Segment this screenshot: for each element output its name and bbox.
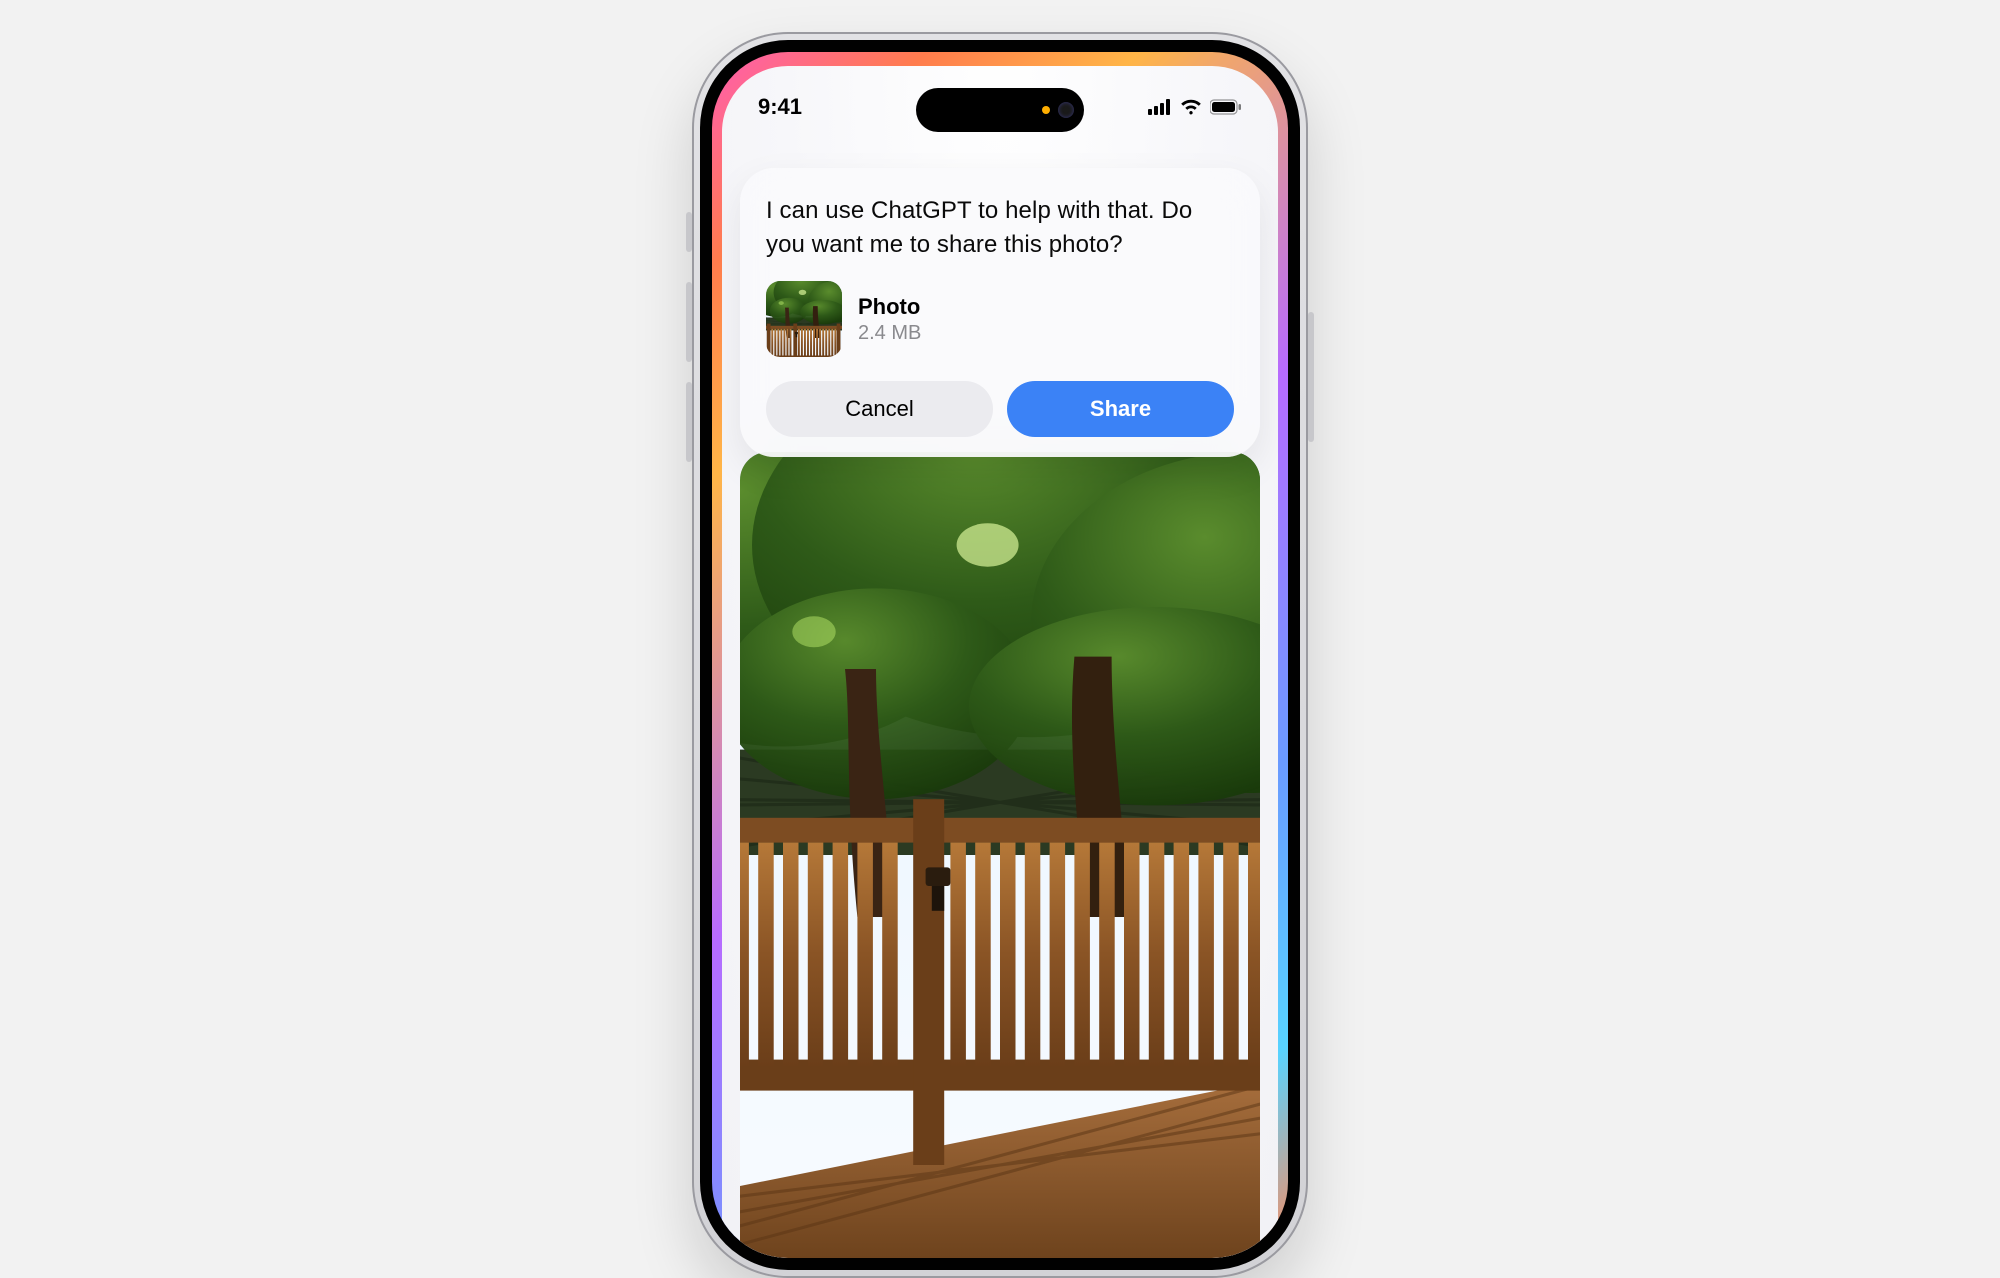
front-camera-icon <box>1058 102 1074 118</box>
mute-switch[interactable] <box>686 212 692 252</box>
status-time: 9:41 <box>758 94 802 120</box>
attachment-thumbnail <box>766 281 842 357</box>
attachment-name: Photo <box>858 294 921 320</box>
power-button[interactable] <box>1308 312 1314 442</box>
screen: 9:41 <box>722 66 1278 1258</box>
attachment-size: 2.4 MB <box>858 322 921 345</box>
share-button[interactable]: Share <box>1007 381 1234 437</box>
background-photo[interactable] <box>740 452 1260 1258</box>
cellular-icon <box>1148 99 1172 115</box>
phone-frame: 9:41 <box>692 32 1308 1278</box>
phone-bezel: 9:41 <box>700 40 1300 1270</box>
dynamic-island[interactable] <box>916 88 1084 132</box>
cancel-button[interactable]: Cancel <box>766 381 993 437</box>
battery-icon <box>1210 99 1242 115</box>
siri-glow-rim: 9:41 <box>712 52 1288 1258</box>
volume-up-button[interactable] <box>686 282 692 362</box>
volume-down-button[interactable] <box>686 382 692 462</box>
share-prompt-card: I can use ChatGPT to help with that. Do … <box>740 168 1260 457</box>
privacy-indicator-icon <box>1042 106 1050 114</box>
attachment-row[interactable]: Photo 2.4 MB <box>766 281 1234 357</box>
wifi-icon <box>1180 99 1202 115</box>
prompt-message: I can use ChatGPT to help with that. Do … <box>766 194 1234 261</box>
